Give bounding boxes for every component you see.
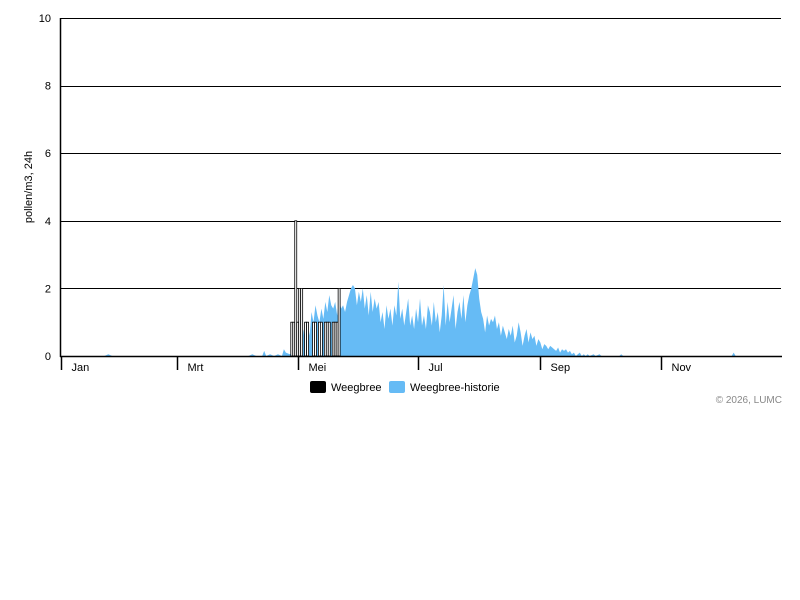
y-tick-label: 6: [45, 148, 51, 160]
x-tick-label: Nov: [672, 362, 692, 374]
pollen-chart: 0 2 4 6 8 10 Jan Mrt Mei Jul Sep Nov pollen/m3, 24…: [23, 13, 782, 406]
y-tick-label: 4: [45, 216, 51, 228]
legend-item-current[interactable]: Weegbree: [310, 381, 382, 394]
current-bar[interactable]: [300, 287, 304, 357]
y-tick-label: 8: [45, 81, 51, 93]
legend-swatch-history: [389, 381, 405, 393]
x-tick-label: Mrt: [188, 362, 204, 374]
history-area: [61, 268, 781, 356]
x-tick-label: Mei: [309, 362, 327, 374]
history-area-layer: [61, 268, 781, 356]
grid-lines: [61, 18, 781, 289]
x-tick-label: Sep: [551, 362, 571, 374]
current-bar[interactable]: [337, 287, 341, 357]
current-bar[interactable]: [306, 321, 309, 357]
x-tick-label: Jan: [72, 362, 90, 374]
legend-swatch-current: [310, 381, 326, 393]
legend-label-history: Weegbree-historie: [410, 382, 500, 394]
x-tick-labels: Jan Mrt Mei Jul Sep Nov: [72, 362, 692, 374]
y-tick-label: 2: [45, 283, 51, 295]
current-bar[interactable]: [319, 321, 323, 357]
legend-label-current: Weegbree: [331, 382, 382, 394]
y-axis-title: pollen/m3, 24h: [23, 151, 35, 223]
legend: Weegbree Weegbree-historie: [310, 381, 500, 394]
x-tick-label: Jul: [429, 362, 443, 374]
y-tick-label: 10: [39, 13, 51, 25]
legend-item-history[interactable]: Weegbree-historie: [389, 381, 500, 394]
credit-text[interactable]: © 2026, LUMC: [716, 395, 782, 406]
current-bar[interactable]: [327, 321, 331, 357]
y-tick-label: 0: [45, 351, 51, 363]
current-bar[interactable]: [314, 321, 317, 357]
y-tick-labels: 0 2 4 6 8 10: [39, 13, 51, 363]
